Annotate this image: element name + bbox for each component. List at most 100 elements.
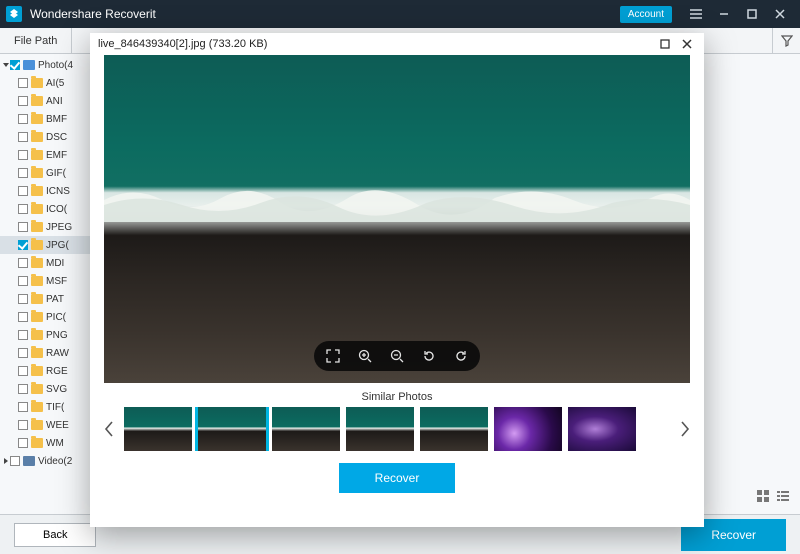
account-button[interactable]: Account (620, 6, 672, 23)
thumbnail-list[interactable] (124, 407, 670, 451)
checkbox[interactable] (18, 384, 28, 394)
file-path-tab[interactable]: File Path (0, 28, 72, 53)
modal-title: live_846439340[2].jpg (733.20 KB) (98, 38, 652, 50)
folder-icon (31, 402, 43, 412)
checkbox[interactable] (18, 312, 28, 322)
folder-icon (31, 438, 43, 448)
expand-icon[interactable] (3, 63, 9, 67)
folder-icon (31, 204, 43, 214)
thumbnail[interactable] (568, 407, 636, 451)
zoom-in-icon[interactable] (358, 349, 372, 363)
checkbox[interactable] (18, 366, 28, 376)
checkbox[interactable] (18, 330, 28, 340)
wave-decoration (104, 180, 690, 222)
maximize-icon[interactable] (742, 4, 762, 24)
checkbox[interactable] (18, 258, 28, 268)
video-icon (23, 456, 35, 466)
checkbox[interactable] (18, 114, 28, 124)
tree-label: JPEG (46, 222, 72, 233)
folder-icon (31, 276, 43, 286)
folder-icon (31, 330, 43, 340)
list-view-icon[interactable] (776, 489, 790, 506)
tree-label: TIF( (46, 402, 64, 413)
checkbox[interactable] (18, 276, 28, 286)
thumbnail[interactable] (420, 407, 488, 451)
modal-header: live_846439340[2].jpg (733.20 KB) (90, 33, 704, 55)
rotate-left-icon[interactable] (422, 349, 436, 363)
tree-label: EMF (46, 150, 67, 161)
photo-icon (23, 60, 35, 70)
checkbox[interactable] (18, 438, 28, 448)
checkbox[interactable] (18, 294, 28, 304)
menu-icon[interactable] (686, 4, 706, 24)
grid-view-icon[interactable] (756, 489, 770, 506)
checkbox[interactable] (18, 132, 28, 142)
tree-label: RAW (46, 348, 69, 359)
next-icon[interactable] (676, 411, 694, 447)
folder-icon (31, 366, 43, 376)
thumbnail[interactable] (272, 407, 340, 451)
tree-label: AI(5 (46, 78, 64, 89)
tree-label: ICNS (46, 186, 70, 197)
checkbox[interactable] (18, 150, 28, 160)
fit-icon[interactable] (326, 349, 340, 363)
close-icon[interactable] (770, 4, 790, 24)
checkbox[interactable] (18, 96, 28, 106)
tree-label: WEE (46, 420, 69, 431)
folder-icon (31, 258, 43, 268)
folder-icon (31, 168, 43, 178)
tree-label: ICO( (46, 204, 67, 215)
tree-label: BMF (46, 114, 67, 125)
tree-label: Photo(4 (38, 60, 73, 71)
app-logo (6, 6, 22, 22)
checkbox[interactable] (18, 78, 28, 88)
view-toggle (756, 489, 790, 506)
folder-icon (31, 150, 43, 160)
checkbox[interactable] (18, 240, 28, 250)
thumbnail[interactable] (346, 407, 414, 451)
filter-icon[interactable] (772, 28, 800, 53)
image-content (104, 55, 690, 383)
tree-label: PNG (46, 330, 68, 341)
tree-label: PIC( (46, 312, 66, 323)
modal-close-icon[interactable] (678, 35, 696, 53)
folder-icon (31, 240, 43, 250)
thumbnail-strip (90, 407, 704, 451)
folder-icon (31, 312, 43, 322)
tree-label: ANI (46, 96, 63, 107)
checkbox[interactable] (18, 204, 28, 214)
checkbox[interactable] (18, 420, 28, 430)
tree-label: SVG (46, 384, 67, 395)
minimize-icon[interactable] (714, 4, 734, 24)
checkbox[interactable] (18, 222, 28, 232)
image-toolbar (314, 341, 480, 371)
tree-label: WM (46, 438, 64, 449)
modal-recover-button[interactable]: Recover (339, 463, 456, 493)
checkbox[interactable] (18, 348, 28, 358)
folder-icon (31, 186, 43, 196)
folder-icon (31, 384, 43, 394)
tree-label: RGE (46, 366, 68, 377)
checkbox[interactable] (10, 456, 20, 466)
back-button[interactable]: Back (14, 523, 96, 547)
tree-label: MSF (46, 276, 67, 287)
tree-label: PAT (46, 294, 64, 305)
similar-photos-label: Similar Photos (90, 391, 704, 403)
thumbnail[interactable] (124, 407, 192, 451)
zoom-out-icon[interactable] (390, 349, 404, 363)
prev-icon[interactable] (100, 411, 118, 447)
folder-icon (31, 222, 43, 232)
modal-maximize-icon[interactable] (656, 35, 674, 53)
thumbnail[interactable] (494, 407, 562, 451)
checkbox[interactable] (10, 60, 20, 70)
preview-modal: live_846439340[2].jpg (733.20 KB) Simila… (90, 33, 704, 527)
expand-icon[interactable] (4, 458, 8, 464)
checkbox[interactable] (18, 186, 28, 196)
tree-label: GIF( (46, 168, 66, 179)
tree-label: DSC (46, 132, 67, 143)
tree-label: JPG( (46, 240, 69, 251)
checkbox[interactable] (18, 402, 28, 412)
rotate-right-icon[interactable] (454, 349, 468, 363)
thumbnail[interactable] (198, 407, 266, 451)
checkbox[interactable] (18, 168, 28, 178)
